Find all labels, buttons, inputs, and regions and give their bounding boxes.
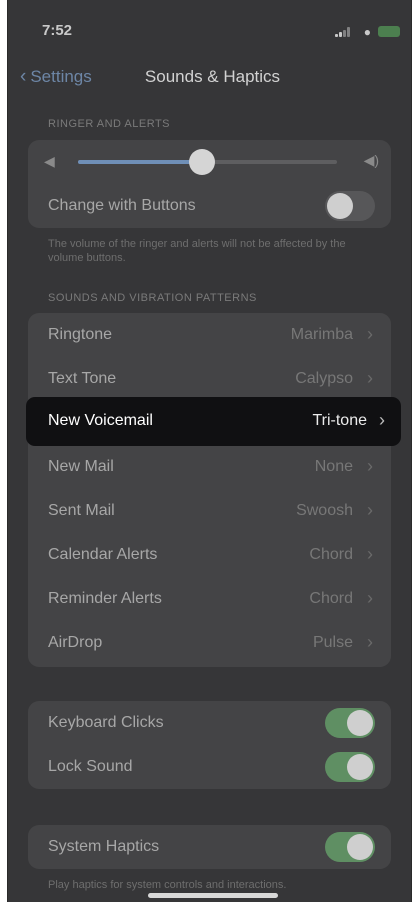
volume-slider-fill [78,160,203,164]
row-value: Chord [309,546,353,563]
volume-slider-thumb[interactable] [189,149,216,175]
chevron-right-icon: › [367,456,373,476]
keyboard-clicks-toggle[interactable] [325,708,375,738]
row-label: AirDrop [48,634,103,651]
home-indicator[interactable] [148,893,278,898]
volume-slider[interactable] [78,149,337,175]
cellular-signal-icon [335,27,351,37]
sound-row-reminder-alerts[interactable]: Reminder Alerts Chord › [28,577,391,621]
chevron-right-icon: › [367,632,373,652]
chevron-right-icon: › [367,544,373,564]
ringer-footer: The volume of the ringer and alerts will… [48,238,346,264]
row-label: New Mail [48,458,114,475]
chevron-right-icon: › [367,588,373,608]
row-label: Reminder Alerts [48,590,162,607]
sound-row-ringtone[interactable]: Ringtone Marimba › [28,313,391,357]
system-haptics-label: System Haptics [48,838,160,855]
row-label: New Voicemail [48,412,153,429]
battery-icon [378,26,400,37]
lock-sound-label: Lock Sound [48,758,133,775]
toggle-knob [347,754,373,780]
row-value: None [314,458,353,475]
keyboard-clicks-row: Keyboard Clicks [28,701,391,745]
feedback-group: Keyboard Clicks Lock Sound [28,701,391,789]
sound-row-sent-mail[interactable]: Sent Mail Swoosh › [28,489,391,533]
row-label: Sent Mail [48,502,115,519]
sound-row-new-voicemail[interactable]: New Voicemail Tri-tone › [26,397,401,446]
row-value: Swoosh [296,502,353,519]
volume-slider-row: ◀ ◀) [28,140,391,184]
phone-screen: 7:52 ● ‹ Settings Sounds & Haptics RINGER… [7,0,412,902]
toggle-knob [347,834,373,860]
row-value: Marimba [290,326,353,343]
sound-row-airdrop[interactable]: AirDrop Pulse › [28,621,391,665]
sound-row-text-tone[interactable]: Text Tone Calypso › [28,357,391,401]
status-bar: 7:52 ● [8,20,411,44]
lock-sound-toggle[interactable] [325,752,375,782]
row-value: Chord [309,590,353,607]
toggle-knob [327,193,353,219]
section-header-sounds: SOUNDS AND VIBRATION PATTERNS [48,292,257,304]
lock-sound-row: Lock Sound [28,745,391,789]
page-title: Sounds & Haptics [144,67,281,86]
change-with-buttons-label: Change with Buttons [48,197,196,214]
change-with-buttons-toggle[interactable] [325,191,375,221]
ringer-group: ◀ ◀) Change with Buttons [28,140,391,228]
system-haptics-row: System Haptics [28,825,391,869]
row-value: Pulse [312,634,353,651]
chevron-right-icon: › [379,410,385,430]
row-label: Calendar Alerts [48,546,158,563]
haptics-group: System Haptics [28,825,391,869]
toggle-knob [347,710,373,736]
row-value: Calypso [295,370,353,387]
chevron-right-icon: › [367,368,373,388]
section-header-ringer: RINGER AND ALERTS [48,118,170,130]
row-label: Text Tone [48,370,117,387]
chevron-right-icon: › [367,500,373,520]
speaker-high-icon: ◀) [363,152,379,168]
navigation-bar: ‹ Settings Sounds & Haptics [8,62,411,92]
row-label: Ringtone [48,326,113,343]
sound-row-calendar-alerts[interactable]: Calendar Alerts Chord › [28,533,391,577]
sound-row-new-mail[interactable]: New Mail None › [28,445,391,489]
change-with-buttons-row: Change with Buttons [28,184,391,228]
status-time: 7:52 [42,22,73,39]
chevron-right-icon: › [367,324,373,344]
wifi-icon: ● [363,25,371,39]
speaker-low-icon: ◀ [44,153,55,169]
haptics-footer: Play haptics for system controls and int… [48,879,287,891]
row-value: Tri-tone [312,412,367,429]
keyboard-clicks-label: Keyboard Clicks [48,714,164,731]
sounds-group: Ringtone Marimba › Text Tone Calypso › N… [28,313,391,667]
system-haptics-toggle[interactable] [325,832,375,862]
